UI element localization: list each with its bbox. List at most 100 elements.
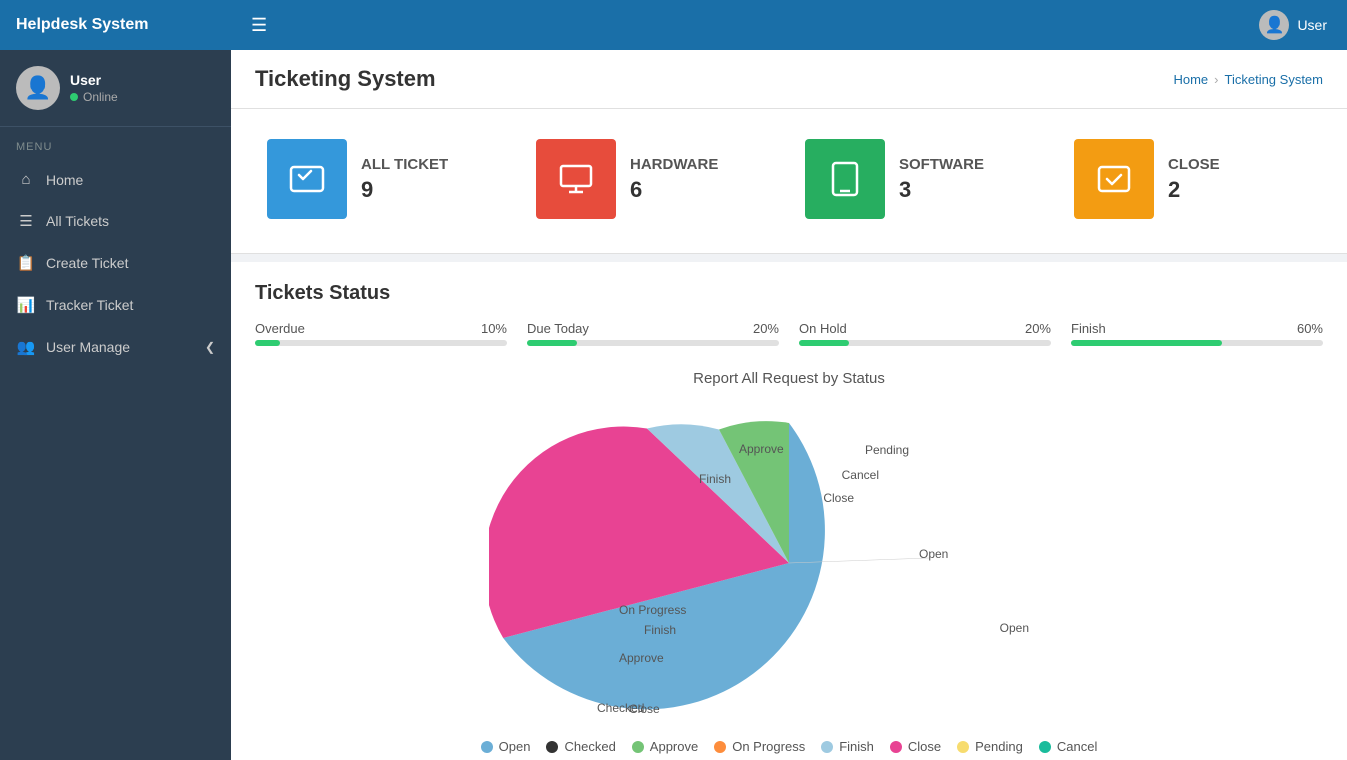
sidebar-item-tracker-ticket[interactable]: 📊 Tracker Ticket — [0, 284, 231, 326]
topbar: ☰ 👤 User — [231, 0, 1347, 50]
topbar-username: User — [1297, 17, 1327, 33]
stats-grid: ALL TICKET 9 HARDWARE 6 SOFTWARE 3 CLOSE… — [231, 109, 1347, 254]
pie-label-close: Close — [823, 491, 854, 505]
stat-card-software: SOFTWARE 3 — [789, 129, 1058, 229]
legend-item-0: Open — [481, 739, 531, 754]
legend-dot-3 — [714, 741, 726, 753]
sidebar-item-all-tickets-label: All Tickets — [46, 213, 109, 229]
status-dot-icon — [70, 93, 78, 101]
legend-item-6: Pending — [957, 739, 1023, 754]
legend-dot-7 — [1039, 741, 1051, 753]
topbar-right: 👤 User — [1259, 10, 1327, 40]
stat-info-software: SOFTWARE 3 — [899, 156, 984, 203]
label-finish: Finish — [699, 472, 731, 486]
legend-dot-5 — [890, 741, 902, 753]
progress-item-3: Finish 60% — [1071, 321, 1323, 346]
breadcrumb: Home › Ticketing System — [1173, 72, 1323, 87]
pie-label-cancel: Cancel — [842, 468, 879, 482]
chart-legend: Open Checked Approve On Progress Finish … — [481, 739, 1098, 754]
legend-item-3: On Progress — [714, 739, 805, 754]
breadcrumb-separator: › — [1214, 72, 1218, 87]
pie-label-pending: Pending — [865, 443, 909, 457]
sidebar-item-create-ticket-label: Create Ticket — [46, 255, 128, 271]
legend-item-1: Checked — [546, 739, 615, 754]
pie-chart-wrapper: Open Close Finish Approve Pending Cancel… — [489, 403, 1089, 723]
stat-icon-close — [1074, 139, 1154, 219]
label-open: Open — [919, 547, 948, 561]
legend-label-3: On Progress — [732, 739, 805, 754]
stat-value-close: 2 — [1168, 177, 1220, 203]
sidebar-item-all-tickets[interactable]: ☰ All Tickets — [0, 200, 231, 242]
progress-pct-2: 20% — [1025, 321, 1051, 336]
progress-pct-0: 10% — [481, 321, 507, 336]
section-title: Tickets Status — [255, 282, 1323, 305]
legend-label-0: Open — [499, 739, 531, 754]
legend-dot-1 — [546, 741, 558, 753]
sidebar-nav: ⌂ Home ☰ All Tickets 📋 Create Ticket 📊 T… — [0, 159, 231, 368]
pie-label-approve: Approve — [619, 651, 664, 665]
sidebar-header: Helpdesk System — [0, 0, 231, 50]
legend-label-1: Checked — [564, 739, 615, 754]
legend-dot-4 — [821, 741, 833, 753]
pie-label-finish-side: Finish — [644, 623, 676, 637]
user-name: User — [70, 72, 118, 88]
topbar-avatar: 👤 — [1259, 10, 1289, 40]
legend-label-6: Pending — [975, 739, 1023, 754]
content-area: Ticketing System Home › Ticketing System… — [231, 50, 1347, 760]
chart-container: Report All Request by Status — [255, 370, 1323, 754]
progress-bar-fill-3 — [1071, 340, 1222, 346]
page-header: Ticketing System Home › Ticketing System — [231, 50, 1347, 109]
user-profile: 👤 User Online — [0, 50, 231, 127]
sidebar-item-user-manage-label: User Manage — [46, 339, 130, 355]
progress-bar-bg-2 — [799, 340, 1051, 346]
progress-item-1: Due Today 20% — [527, 321, 779, 346]
sidebar-item-create-ticket[interactable]: 📋 Create Ticket — [0, 242, 231, 284]
page-title: Ticketing System — [255, 66, 436, 92]
legend-item-2: Approve — [632, 739, 698, 754]
legend-dot-0 — [481, 741, 493, 753]
stat-card-hardware: HARDWARE 6 — [520, 129, 789, 229]
progress-item-0: Overdue 10% — [255, 321, 507, 346]
user-info: User Online — [70, 72, 118, 104]
menu-label: Menu — [0, 127, 231, 159]
stat-label-software: SOFTWARE — [899, 156, 984, 173]
hamburger-icon[interactable]: ☰ — [251, 15, 267, 36]
tracker-icon: 📊 — [16, 296, 36, 314]
progress-label-2: On Hold — [799, 321, 847, 336]
topbar-user: 👤 User — [1259, 10, 1327, 40]
stat-icon-software — [805, 139, 885, 219]
sidebar-item-user-manage[interactable]: 👥 User Manage ❮ — [0, 326, 231, 368]
pie-label-open: Open — [1000, 621, 1029, 635]
legend-item-7: Cancel — [1039, 739, 1097, 754]
progress-bar-bg-3 — [1071, 340, 1323, 346]
legend-label-5: Close — [908, 739, 941, 754]
progress-grid: Overdue 10% Due Today 20% On Hold 20% Fi… — [255, 321, 1323, 346]
progress-bar-fill-0 — [255, 340, 280, 346]
sidebar-item-home[interactable]: ⌂ Home — [0, 159, 231, 200]
legend-label-2: Approve — [650, 739, 698, 754]
home-icon: ⌂ — [16, 171, 36, 188]
progress-label-0: Overdue — [255, 321, 305, 336]
legend-item-5: Close — [890, 739, 941, 754]
label-approve: Approve — [739, 442, 784, 456]
progress-bar-fill-2 — [799, 340, 849, 346]
stat-info-hardware: HARDWARE 6 — [630, 156, 718, 203]
stat-icon-hardware — [536, 139, 616, 219]
users-icon: 👥 — [16, 338, 36, 356]
breadcrumb-current: Ticketing System — [1225, 72, 1324, 87]
progress-bar-bg-0 — [255, 340, 507, 346]
legend-item-4: Finish — [821, 739, 874, 754]
stat-label-close: CLOSE — [1168, 156, 1220, 173]
legend-dot-6 — [957, 741, 969, 753]
breadcrumb-home[interactable]: Home — [1173, 72, 1208, 87]
stat-value-hardware: 6 — [630, 177, 718, 203]
progress-item-2: On Hold 20% — [799, 321, 1051, 346]
stat-value-software: 3 — [899, 177, 984, 203]
legend-label-4: Finish — [839, 739, 874, 754]
progress-pct-1: 20% — [753, 321, 779, 336]
avatar: 👤 — [16, 66, 60, 110]
stat-info-all-ticket: ALL TICKET 9 — [361, 156, 448, 203]
progress-label-3: Finish — [1071, 321, 1106, 336]
user-status: Online — [70, 90, 118, 104]
stat-label-all-ticket: ALL TICKET — [361, 156, 448, 173]
